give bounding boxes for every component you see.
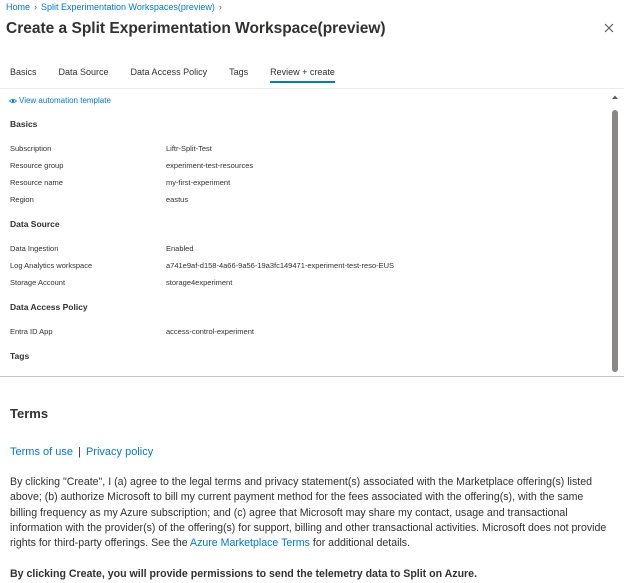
- privacy-policy-link[interactable]: Privacy policy: [86, 446, 153, 458]
- row-value-resource-name: my-first-experiment: [166, 178, 231, 187]
- terms-of-use-link[interactable]: Terms of use: [10, 446, 73, 458]
- row-value-subscription: Liftr-Split-Test: [166, 144, 212, 153]
- tab-tags[interactable]: Tags: [229, 67, 248, 83]
- section-heading-basics: Basics: [10, 119, 38, 129]
- close-icon[interactable]: [602, 21, 616, 35]
- row-label-data-ingestion: Data Ingestion: [10, 244, 59, 253]
- terms-paragraph: By clicking "Create", I (a) agree to the…: [10, 475, 610, 551]
- section-heading-tags: Tags: [10, 351, 30, 361]
- row-label-resource-group: Resource group: [10, 161, 64, 170]
- row-label-subscription: Subscription: [10, 144, 52, 153]
- link-separator: |: [78, 446, 81, 458]
- review-summary[interactable]: View automation template Basics Subscrip…: [0, 89, 624, 376]
- telemetry-consent-notice: By clicking Create, you will provide per…: [10, 568, 478, 580]
- section-divider: [0, 376, 624, 377]
- row-value-entra-id-app: access-control-experiment: [166, 327, 254, 336]
- row-value-region: eastus: [166, 195, 189, 204]
- tab-data-source[interactable]: Data Source: [59, 67, 109, 83]
- row-label-log-analytics-workspace: Log Analytics workspace: [10, 261, 93, 270]
- automation-link-label: View automation template: [19, 96, 111, 105]
- row-label-resource-name: Resource name: [10, 178, 63, 187]
- eye-icon: [9, 98, 17, 103]
- wizard-tabs: Basics Data Source Data Access Policy Ta…: [10, 67, 357, 83]
- row-value-resource-group: experiment-test-resources: [166, 161, 254, 170]
- row-label-entra-id-app: Entra ID App: [10, 327, 53, 336]
- chevron-right-icon: ›: [34, 2, 38, 12]
- azure-marketplace-terms-link[interactable]: Azure Marketplace Terms: [190, 537, 310, 549]
- terms-links: Terms of use | Privacy policy: [10, 446, 153, 458]
- tab-review-create[interactable]: Review + create: [270, 67, 335, 83]
- more-options-icon[interactable]: ···: [368, 22, 382, 34]
- tab-data-access-policy[interactable]: Data Access Policy: [131, 67, 208, 83]
- chevron-right-icon: ›: [218, 2, 222, 12]
- breadcrumb-parent[interactable]: Split Experimentation Workspaces(preview…: [41, 2, 215, 12]
- row-label-region: Region: [10, 195, 34, 204]
- row-value-storage-account: storage4experiment: [166, 278, 233, 287]
- tab-basics[interactable]: Basics: [10, 67, 37, 83]
- row-value-log-analytics-workspace: a741e9af-d158-4a66-9a56-19a3fc149471-exp…: [166, 261, 395, 270]
- view-automation-template-link[interactable]: View automation template: [9, 96, 111, 105]
- scroll-up-arrow-icon[interactable]: [611, 94, 619, 100]
- breadcrumb: Home › Split Experimentation Workspaces(…: [6, 2, 222, 12]
- breadcrumb-home[interactable]: Home: [6, 2, 30, 12]
- row-label-storage-account: Storage Account: [10, 278, 66, 287]
- page-title: Create a Split Experimentation Workspace…: [6, 20, 386, 37]
- scroll-thumb[interactable]: [612, 110, 618, 372]
- row-value-data-ingestion: Enabled: [166, 244, 194, 253]
- vertical-scrollbar[interactable]: [611, 89, 619, 376]
- section-heading-data-source: Data Source: [10, 219, 60, 229]
- terms-body-text-end: for additional details.: [312, 537, 411, 550]
- section-heading-data-access-policy: Data Access Policy: [10, 302, 88, 312]
- terms-heading: Terms: [10, 406, 49, 421]
